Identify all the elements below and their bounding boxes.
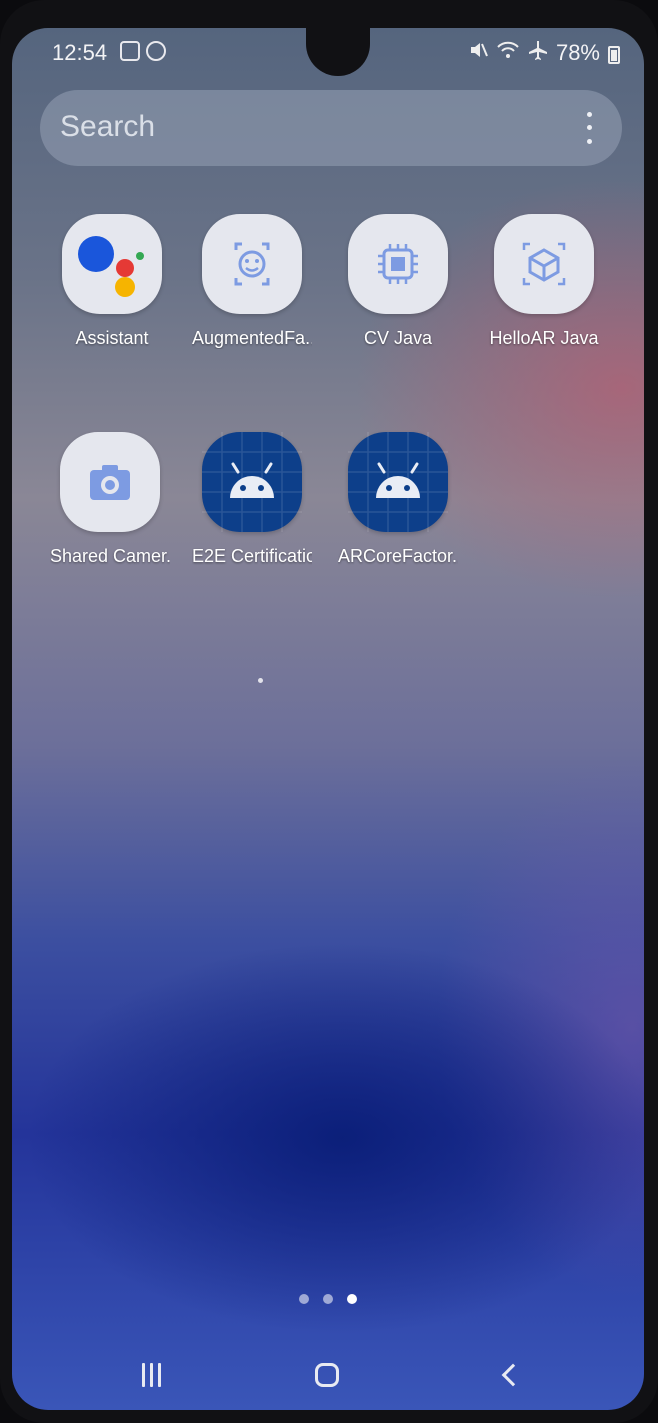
phone-frame: 12:54 78% Search Assistant AugmentedFa..… [0, 0, 658, 1423]
circle-notification-icon [146, 41, 166, 61]
app-shared-camera[interactable]: Shared Camer... [50, 432, 170, 567]
app-e2e-certification[interactable]: E2E Certification [192, 432, 312, 567]
status-time: 12:54 [52, 40, 108, 65]
google-assistant-icon [62, 214, 162, 314]
search-placeholder: Search [60, 110, 156, 143]
recents-icon [141, 1363, 161, 1387]
android-icon [202, 432, 302, 532]
ar-cube-icon [494, 214, 594, 314]
wifi-icon [496, 40, 520, 66]
home-screen: 12:54 78% Search Assistant AugmentedFa..… [12, 28, 644, 1410]
airplane-icon [528, 40, 548, 66]
notification-icons [120, 41, 166, 61]
mute-icon [468, 40, 488, 66]
app-label: CV Java [363, 328, 433, 348]
app-augmented-faces[interactable]: AugmentedFa... [192, 214, 312, 349]
back-button[interactable] [482, 1348, 536, 1402]
back-icon [501, 1363, 525, 1387]
home-button[interactable] [300, 1348, 354, 1402]
more-vertical-icon[interactable] [578, 108, 600, 148]
app-cv-java[interactable]: CV Java [338, 214, 458, 349]
chip-icon [348, 214, 448, 314]
battery-icon [608, 46, 620, 64]
app-arcore-factory[interactable]: ARCoreFactor... [338, 432, 458, 567]
app-label: Shared Camer... [50, 546, 170, 566]
page-dot[interactable] [323, 1294, 333, 1304]
app-label: E2E Certification [192, 546, 312, 566]
wallpaper-dot [258, 678, 263, 683]
camera-icon [60, 432, 160, 532]
app-label: ARCoreFactor... [338, 546, 458, 566]
status-right-icons: 78% [468, 40, 620, 66]
battery-percent: 78% [555, 40, 600, 65]
home-icon [315, 1363, 339, 1387]
app-assistant[interactable]: Assistant [52, 214, 172, 349]
page-indicator[interactable] [12, 1294, 644, 1304]
check-notification-icon [120, 41, 140, 61]
search-bar[interactable]: Search [40, 90, 622, 166]
augmented-faces-icon [202, 214, 302, 314]
app-label: HelloAR Java [489, 328, 599, 348]
recents-button[interactable] [124, 1348, 178, 1402]
android-icon [348, 432, 448, 532]
app-helloar-java[interactable]: HelloAR Java [484, 214, 604, 349]
page-dot[interactable] [299, 1294, 309, 1304]
page-dot-active[interactable] [347, 1294, 357, 1304]
navigation-bar [12, 1348, 644, 1408]
app-label: AugmentedFa... [192, 328, 312, 348]
app-label: Assistant [75, 328, 149, 348]
